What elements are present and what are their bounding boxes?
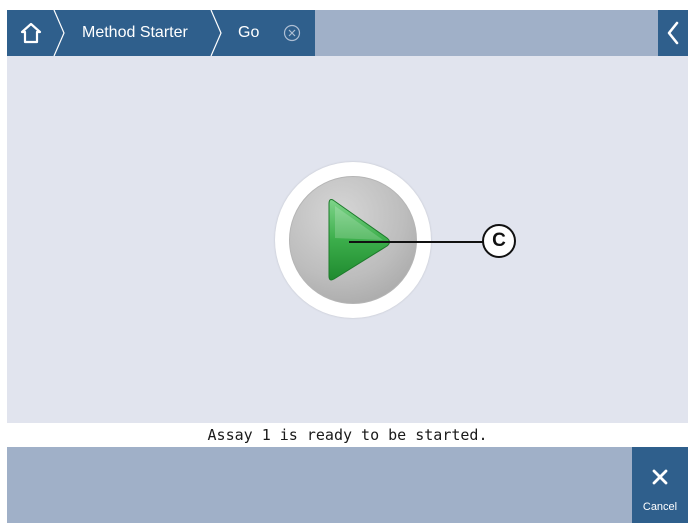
back-button[interactable] [658, 10, 688, 56]
callout-line [349, 241, 483, 243]
breadcrumb-separator [210, 10, 222, 56]
home-button[interactable] [7, 10, 55, 56]
start-button[interactable] [289, 176, 417, 304]
breadcrumb-method-starter[interactable]: Method Starter [82, 10, 188, 56]
cancel-label: Cancel [642, 501, 678, 513]
top-bar: Method Starter Go [7, 10, 688, 56]
play-icon [328, 199, 390, 281]
bottom-bar: Cancel [7, 447, 688, 523]
breadcrumb-go[interactable]: Go [238, 10, 259, 56]
home-icon [20, 22, 42, 44]
breadcrumb-separator [53, 10, 65, 56]
app-window: Method Starter Go C Assay 1 is ready to … [7, 10, 688, 523]
cancel-button[interactable]: Cancel [632, 447, 688, 523]
breadcrumb: Method Starter Go [7, 10, 315, 56]
play-button-ring [275, 162, 431, 318]
x-icon [652, 469, 668, 485]
callout-marker: C [482, 224, 516, 258]
status-message: Assay 1 is ready to be started. [7, 423, 688, 447]
chevron-left-icon [667, 21, 679, 45]
circle-close-icon[interactable] [283, 24, 301, 42]
